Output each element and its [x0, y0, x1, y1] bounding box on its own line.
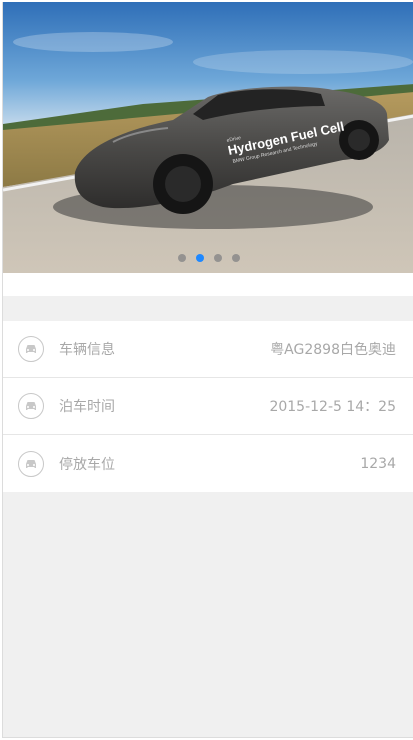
- carousel-dots[interactable]: [3, 254, 413, 262]
- carousel-dot[interactable]: [177, 254, 186, 262]
- spacer: [3, 273, 413, 296]
- carousel-dot[interactable]: [231, 254, 240, 262]
- car-icon: [18, 393, 44, 419]
- parking-info-list: 车辆信息 粤AG2898白色奥迪 泊车时间 2015-12-5 14：25 停放…: [3, 321, 413, 492]
- carousel-dot-active[interactable]: [195, 254, 204, 262]
- info-row-vehicle[interactable]: 车辆信息 粤AG2898白色奥迪: [3, 321, 413, 378]
- app-frame: Hydrogen Fuel Cell BMW Group Research an…: [2, 2, 413, 738]
- vehicle-info-label: 车辆信息: [59, 342, 115, 358]
- car-photo: Hydrogen Fuel Cell BMW Group Research an…: [3, 2, 413, 273]
- banner-carousel[interactable]: Hydrogen Fuel Cell BMW Group Research an…: [3, 2, 413, 273]
- info-row-parking-time[interactable]: 泊车时间 2015-12-5 14：25: [3, 378, 413, 435]
- car-icon: [18, 336, 44, 362]
- parking-spot-label: 停放车位: [59, 456, 115, 473]
- vehicle-info-value: 粤AG2898白色奥迪: [270, 342, 396, 358]
- parking-time-label: 泊车时间: [59, 399, 115, 415]
- parking-time-value: 2015-12-5 14：25: [269, 399, 396, 415]
- car-icon: [18, 450, 44, 477]
- info-row-parking-spot[interactable]: 停放车位 1234: [3, 435, 413, 492]
- parking-spot-value: 1234: [360, 455, 396, 472]
- carousel-dot[interactable]: [213, 254, 222, 262]
